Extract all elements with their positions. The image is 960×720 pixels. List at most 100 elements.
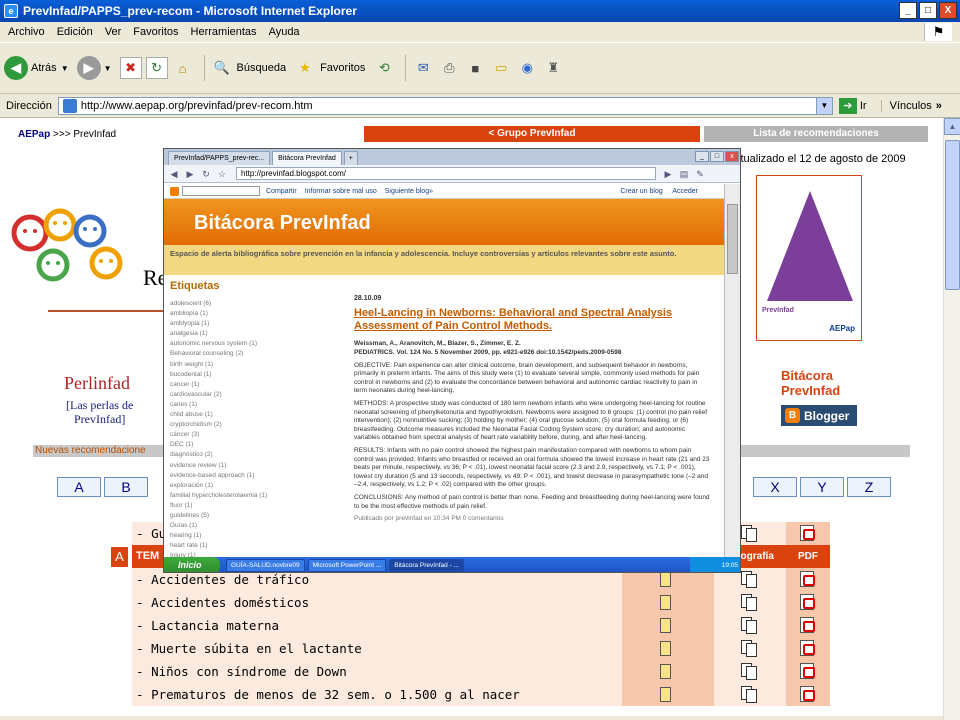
post-title-link[interactable]: Heel-Lancing in Newborns: Behavioral and… — [354, 307, 710, 333]
links-button[interactable]: Vínculos» — [880, 99, 942, 112]
label-link[interactable]: diagnóstico (2) — [170, 450, 330, 460]
pdf-icon[interactable] — [800, 525, 815, 541]
embedded-reload-icon[interactable]: ↻ — [200, 168, 212, 180]
lista-recomendaciones-link[interactable]: Lista de recomendaciones — [704, 126, 928, 142]
letter-z-link[interactable]: Z — [847, 477, 891, 497]
label-link[interactable]: hearing (1) — [170, 531, 330, 541]
scroll-up-icon[interactable]: ▲ — [944, 118, 960, 135]
print-icon[interactable]: ⎙ — [438, 57, 460, 79]
taskbar-item-guia[interactable]: GUÍA-SALUD.novbre09 — [226, 559, 305, 572]
letter-a-link[interactable]: A — [57, 477, 101, 497]
label-link[interactable]: Guías (1) — [170, 521, 330, 531]
research-icon[interactable]: ♜ — [542, 57, 564, 79]
label-link[interactable]: child abuse (1) — [170, 410, 330, 420]
topic-link[interactable]: - Prematuros de menos de 32 sem. o 1.500… — [132, 683, 622, 706]
bibliography-icon[interactable] — [741, 617, 759, 634]
label-link[interactable]: ambliopía (1) — [170, 309, 330, 319]
forward-dropdown-icon[interactable]: ▼ — [104, 64, 112, 73]
bibliography-icon[interactable] — [741, 571, 759, 588]
perlinfad-title[interactable]: Perlinfad — [64, 373, 130, 394]
label-link[interactable]: heart rate (1) — [170, 541, 330, 551]
label-link[interactable]: DEC (1) — [170, 440, 330, 450]
close-button[interactable]: X — [939, 2, 957, 19]
favorites-button[interactable]: ★ Favoritos — [294, 57, 365, 79]
embedded-back-icon[interactable]: ◀ — [168, 168, 180, 180]
address-input[interactable]: http://www.aepap.org/previnfad/prev-reco… — [57, 96, 833, 115]
embedded-go-icon[interactable]: ▶ — [662, 168, 674, 180]
refresh-icon[interactable]: ↻ — [145, 57, 168, 79]
page-scrollbar[interactable]: ▲ — [943, 118, 960, 720]
document-icon[interactable] — [660, 618, 671, 633]
go-button[interactable]: ➔ Ir — [838, 97, 867, 114]
pdf-icon[interactable] — [800, 594, 815, 610]
mail-icon[interactable]: ✉ — [412, 57, 434, 79]
embedded-url-field[interactable]: http://previnfad.blogspot.com/ — [236, 167, 656, 180]
embedded-forward-icon[interactable]: ▶ — [184, 168, 196, 180]
label-link[interactable]: cardiovascular (2) — [170, 390, 330, 400]
menu-herramientas[interactable]: Herramientas — [191, 26, 257, 38]
embedded-star-icon[interactable]: ☆ — [216, 168, 228, 180]
label-link[interactable]: familial hypercholesterolaemia (1) — [170, 491, 330, 501]
document-icon[interactable] — [660, 572, 671, 587]
label-link[interactable]: Behavioral counseling (2) — [170, 349, 330, 359]
label-link[interactable]: caries (1) — [170, 400, 330, 410]
embedded-close-icon[interactable]: x — [725, 151, 739, 162]
pdf-icon[interactable] — [800, 617, 815, 633]
folder-icon[interactable]: ▭ — [490, 57, 512, 79]
blogger-report-link[interactable]: Informar sobre mal uso — [305, 188, 377, 195]
edit-icon[interactable]: ■ — [464, 57, 486, 79]
document-icon[interactable] — [660, 687, 671, 702]
start-button[interactable]: Inicio — [164, 557, 220, 572]
bitacora-link[interactable]: Bitácora PrevInfad — [781, 368, 840, 398]
address-dropdown-icon[interactable]: ▼ — [815, 97, 832, 114]
forward-button[interactable]: ▶ ▼ — [76, 56, 112, 80]
embedded-minimize-icon[interactable]: _ — [695, 151, 709, 162]
label-link[interactable]: exploración (1) — [170, 481, 330, 491]
topic-link[interactable]: - Accidentes domésticos — [132, 591, 622, 614]
bibliography-icon[interactable] — [741, 594, 759, 611]
history-icon[interactable]: ⟲ — [373, 57, 395, 79]
label-link[interactable]: adolescent (6) — [170, 299, 330, 309]
embedded-tools-icon[interactable]: ✎ — [694, 168, 706, 180]
label-link[interactable]: guidelines (5) — [170, 511, 330, 521]
embedded-page-menu-icon[interactable]: ▤ — [678, 168, 690, 180]
bibliography-icon[interactable] — [741, 663, 759, 680]
maximize-button[interactable]: □ — [919, 2, 937, 19]
label-link[interactable]: cryptorchidism (2) — [170, 420, 330, 430]
stop-icon[interactable]: ✖ — [119, 57, 142, 79]
label-link[interactable]: fluor (1) — [170, 501, 330, 511]
embedded-tab[interactable]: PrevInfad/PAPPS_prev-rec... — [168, 151, 271, 165]
embedded-scroll-thumb[interactable] — [727, 204, 738, 274]
menu-edicion[interactable]: Edición — [57, 26, 93, 38]
back-button[interactable]: ◀ Atrás ▼ — [4, 56, 69, 80]
letter-b-link[interactable]: B — [104, 477, 148, 497]
blogger-share-link[interactable]: Compartir — [266, 188, 297, 195]
document-icon[interactable] — [660, 664, 671, 679]
search-button[interactable]: 🔍 Búsqueda — [211, 57, 286, 79]
embedded-maximize-icon[interactable]: □ — [710, 151, 724, 162]
embedded-tab-active[interactable]: Bitácora PrevInfad — [272, 151, 342, 165]
blogger-badge[interactable]: B Blogger — [781, 405, 857, 426]
menu-ayuda[interactable]: Ayuda — [269, 26, 300, 38]
label-link[interactable]: amblyopia (1) — [170, 319, 330, 329]
menu-favoritos[interactable]: Favoritos — [133, 26, 178, 38]
topic-link[interactable]: - Niños con síndrome de Down — [132, 660, 622, 683]
grupo-previnfad-link[interactable]: < Grupo PrevInfad — [364, 126, 700, 142]
document-icon[interactable] — [660, 595, 671, 610]
back-dropdown-icon[interactable]: ▼ — [61, 64, 69, 73]
bibliography-icon[interactable] — [741, 525, 759, 542]
blogger-next-link[interactable]: Siguiente blog» — [385, 188, 433, 195]
scroll-thumb[interactable] — [945, 140, 960, 290]
label-link[interactable]: autonomic nervous system (1) — [170, 339, 330, 349]
pdf-icon[interactable] — [800, 686, 815, 702]
label-link[interactable]: analgesia (1) — [170, 329, 330, 339]
letter-x-link[interactable]: X — [753, 477, 797, 497]
blogger-logo-icon[interactable] — [170, 186, 179, 196]
breadcrumb-site-link[interactable]: AEPap — [18, 129, 50, 140]
home-icon[interactable]: ⌂ — [172, 57, 194, 79]
sign-in-link[interactable]: Acceder — [672, 188, 698, 195]
embedded-scrollbar[interactable] — [724, 184, 740, 560]
blogger-search-input[interactable] — [182, 186, 260, 196]
book-cover-image[interactable]: PrevInfad AEPap — [756, 175, 862, 341]
label-link[interactable]: cáncer (3) — [170, 430, 330, 440]
